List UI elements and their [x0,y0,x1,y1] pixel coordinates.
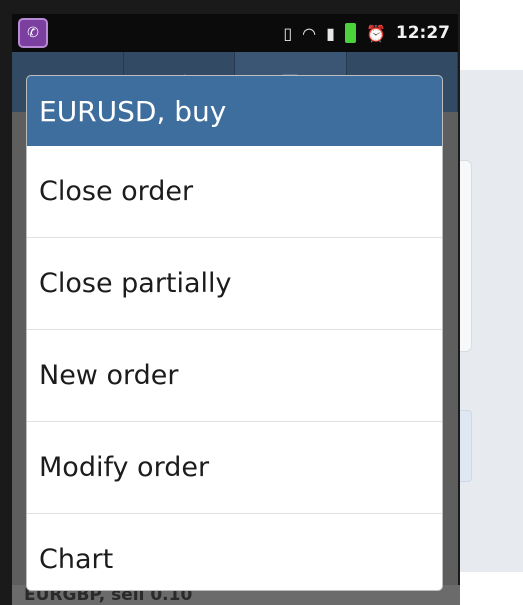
menu-item-close-partially[interactable]: Close partially [27,238,442,330]
status-icons: ▯ ◠ ▮ ⏰ 12:27 [283,23,450,43]
order-context-menu: EURUSD, buy Close order Close partially … [27,76,442,590]
menu-item-close-order[interactable]: Close order [27,146,442,238]
menu-item-new-order[interactable]: New order [27,330,442,422]
alarm-icon: ⏰ [365,23,386,43]
phone-icon: ✆ [18,18,48,48]
signal-icon: ▮ [326,23,335,43]
menu-item-modify-order[interactable]: Modify order [27,422,442,514]
battery-icon [344,23,356,43]
wifi-icon: ◠ [302,23,317,43]
dialog-title: EURUSD, buy [27,76,442,146]
menu-item-chart[interactable]: Chart [27,514,442,590]
vibrate-icon: ▯ [283,23,293,43]
status-bar: ✆ ▯ ◠ ▮ ⏰ 12:27 [12,14,458,52]
clock: 12:27 [395,23,450,43]
